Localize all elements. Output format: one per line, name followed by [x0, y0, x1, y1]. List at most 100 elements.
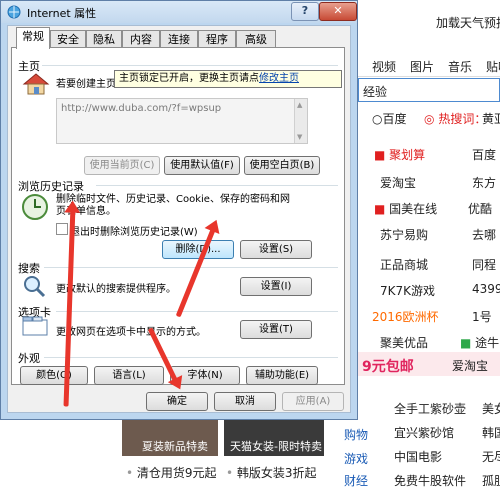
nav-tieba[interactable]: 贴吧 — [486, 58, 500, 75]
banner-right-image[interactable]: 天猫女装-限时特卖 — [224, 420, 324, 456]
nav-music[interactable]: 音乐 — [448, 58, 472, 75]
radio-icon: ○ — [372, 112, 383, 126]
bottom-row-0-a[interactable]: 全手工紫砂壶 — [394, 400, 466, 417]
history-separator — [96, 185, 338, 186]
tuniu-icon: ■ — [460, 336, 472, 350]
bg-nav-bar: 视频 图片 音乐 贴吧 — [358, 52, 500, 77]
site-row-0-b[interactable]: 百度 — [472, 146, 496, 163]
tabs-settings-button[interactable]: 设置(T) — [240, 320, 312, 339]
use-blank-button[interactable]: 使用空白页(B) — [244, 156, 320, 175]
help-button[interactable]: ? — [291, 2, 319, 21]
title-bar[interactable]: Internet 属性 ? ✕ — [1, 1, 357, 23]
bottom-row-1-a[interactable]: 宜兴紫砂馆 — [394, 424, 454, 441]
internet-options-dialog: Internet 属性 ? ✕ 常规 安全 隐私 内容 连接 程序 高级 主页 … — [0, 0, 358, 420]
tab-programs[interactable]: 程序 — [198, 30, 236, 48]
bg-search-box[interactable]: 经验 — [358, 78, 500, 102]
site-row-4-a[interactable]: 正品商城 — [380, 256, 428, 273]
site-row-2-b[interactable]: 优酷 — [468, 200, 492, 217]
tabs-separator — [56, 311, 338, 312]
nav-video[interactable]: 视频 — [372, 58, 396, 75]
delete-on-exit-checkbox[interactable] — [56, 223, 68, 235]
bg-search-word: 经验 — [363, 85, 388, 99]
history-clock-icon — [22, 194, 48, 220]
weather-link[interactable]: 加载天气预报 — [436, 14, 500, 31]
site-row-4-b[interactable]: 同程 — [472, 256, 496, 273]
cat-shopping[interactable]: 购物 — [344, 426, 368, 443]
use-current-button[interactable]: 使用当前页(C) — [84, 156, 160, 175]
radio-label: 百度 — [382, 112, 407, 126]
bottom-left-link[interactable]: • 清仓用货9元起 — [126, 464, 217, 481]
home-url-textarea[interactable]: http://www.duba.com/?f=wpsup ▲ ▼ — [56, 98, 308, 144]
delete-history-button[interactable]: 删除(D)... — [162, 240, 234, 259]
scroll-up-icon: ▲ — [297, 101, 303, 109]
search-desc: 更改默认的搜索提供程序。 — [56, 284, 176, 295]
help-icon: ? — [301, 4, 309, 17]
cat-games[interactable]: 游戏 — [344, 450, 368, 467]
site-row-5-b[interactable]: 4399 — [472, 282, 500, 296]
dialog-client: 常规 安全 隐私 内容 连接 程序 高级 主页 若要创建主页 主页锁定已开启，更… — [7, 25, 351, 413]
modify-home-link[interactable]: 修改主页 — [259, 73, 299, 84]
home-separator — [42, 65, 338, 66]
cat-finance[interactable]: 财经 — [344, 472, 368, 489]
hot-search-label: ◎ 热搜词： — [424, 112, 487, 126]
home-url-value: http://www.duba.com/?f=wpsup — [61, 103, 222, 114]
tab-privacy[interactable]: 隐私 — [86, 30, 122, 48]
site-row-1-a[interactable]: 爱淘宝 — [380, 174, 416, 191]
bg-ad-strip[interactable]: 9元包邮 爱淘宝 — [358, 352, 500, 376]
banner-left-image[interactable]: 夏装新品特卖 — [122, 420, 218, 456]
bottom-row-3-b[interactable]: 孤胆 — [482, 472, 500, 489]
search-magnifier-icon — [24, 276, 46, 298]
hot-search-word[interactable]: 黄亚 — [482, 110, 500, 127]
site-row-3-b[interactable]: 去哪 — [472, 226, 496, 243]
tab-advanced[interactable]: 高级 — [236, 30, 276, 48]
tabs-window-icon — [22, 316, 48, 336]
banner-right-text: 天猫女装-限时特卖 — [230, 440, 322, 453]
colors-button[interactable]: 颜色(O) — [20, 366, 88, 385]
bottom-row-0-b[interactable]: 美女 — [482, 400, 500, 417]
use-default-button[interactable]: 使用默认值(F) — [164, 156, 240, 175]
nav-images[interactable]: 图片 — [410, 58, 434, 75]
bottom-right-link[interactable]: • 韩版女装3折起 — [226, 464, 317, 481]
appearance-separator — [44, 357, 338, 358]
bottom-row-1-b[interactable]: 韩国 — [482, 424, 500, 441]
close-button[interactable]: ✕ — [319, 2, 357, 21]
ie-globe-icon — [7, 5, 21, 19]
site-row-7-b[interactable]: ■ 途牛 — [460, 334, 499, 351]
history-settings-button[interactable]: 设置(S) — [240, 240, 312, 259]
tab-general[interactable]: 常规 — [16, 27, 50, 49]
ok-button[interactable]: 确定 — [146, 392, 208, 411]
languages-button[interactable]: 语言(L) — [94, 366, 164, 385]
home-house-icon — [22, 73, 50, 95]
site-row-6-b[interactable]: 1号 — [472, 308, 492, 325]
accessibility-button[interactable]: 辅助功能(E) — [246, 366, 318, 385]
search-settings-button[interactable]: 设置(I) — [240, 277, 312, 296]
site-row-3-a[interactable]: 苏宁易购 — [380, 226, 428, 243]
cancel-button[interactable]: 取消 — [214, 392, 276, 411]
apply-button[interactable]: 应用(A) — [282, 392, 344, 411]
delete-on-exit-label[interactable]: 退出时删除浏览历史记录(W) — [70, 223, 198, 238]
banner-left-text: 夏装新品特卖 — [142, 440, 208, 453]
site-row-7-a[interactable]: 聚美优品 — [380, 334, 428, 351]
site-row-2-a[interactable]: ■ 国美在线 — [374, 200, 437, 217]
jhs-icon: ■ — [374, 148, 386, 162]
tab-content[interactable]: 内容 — [122, 30, 160, 48]
home-desc: 若要创建主页 — [56, 79, 116, 90]
dialog-title: Internet 属性 — [27, 7, 97, 20]
bullseye-icon: ◎ — [424, 112, 435, 126]
bottom-row-3-a[interactable]: 免费牛股软件 — [394, 472, 466, 489]
bottom-row-2-a[interactable]: 中国电影 — [394, 448, 442, 465]
tooltip-text: 主页锁定已开启，更换主页请点 — [119, 73, 259, 84]
site-row-1-b[interactable]: 东方 — [472, 174, 496, 191]
bottom-row-2-b[interactable]: 无尽 — [482, 448, 500, 465]
url-scrollbar[interactable]: ▲ ▼ — [294, 99, 307, 143]
ad-side: 爱淘宝 — [452, 359, 489, 373]
bg-radio-baidu[interactable]: ○百度 — [372, 110, 407, 127]
tab-security[interactable]: 安全 — [50, 30, 86, 48]
site-row-0-a[interactable]: ■ 聚划算 — [374, 146, 425, 163]
site-row-5-a[interactable]: 7K7K游戏 — [380, 282, 435, 299]
tab-connections[interactable]: 连接 — [160, 30, 198, 48]
scroll-down-icon: ▼ — [297, 133, 303, 141]
site-row-6-a[interactable]: 2016欧洲杯 — [372, 308, 439, 325]
home-lock-tooltip: 主页锁定已开启，更换主页请点修改主页 — [114, 70, 342, 88]
tabs-desc: 更改网页在选项卡中显示的方式。 — [56, 327, 206, 338]
